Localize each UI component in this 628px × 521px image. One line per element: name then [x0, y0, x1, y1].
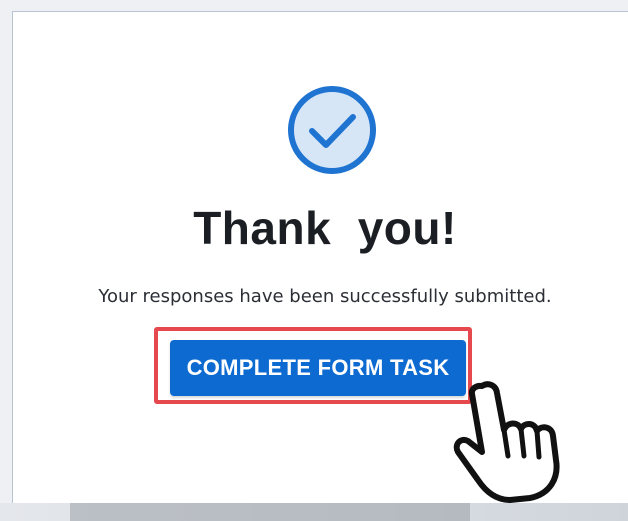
check-circle-icon — [288, 86, 376, 174]
success-message: Your responses have been successfully su… — [98, 286, 552, 307]
scrollbar-thumb[interactable] — [70, 503, 470, 521]
hand-pointer-icon — [453, 381, 560, 503]
bottom-scroll-strip — [0, 503, 628, 521]
complete-form-task-button[interactable]: COMPLETE FORM TASK — [170, 340, 466, 396]
page-title: Thank you! — [193, 202, 457, 254]
page: Thank you! Your responses have been succ… — [0, 0, 628, 521]
